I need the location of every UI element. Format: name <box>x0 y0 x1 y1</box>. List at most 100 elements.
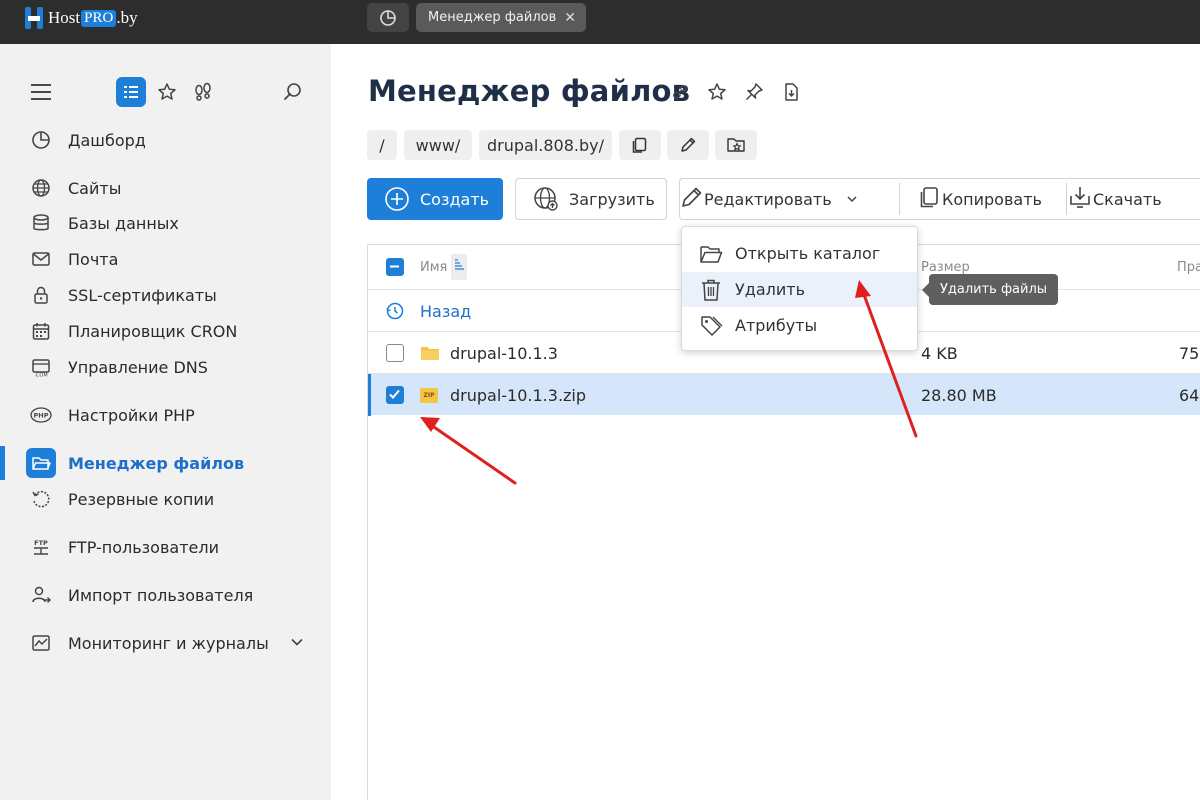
sidebar-toolbar <box>0 77 331 107</box>
hamburger-menu-icon[interactable] <box>31 84 51 100</box>
sidebar-item-cron[interactable]: Планировщик CRON <box>0 314 331 348</box>
upload-label: Загрузить <box>569 189 655 209</box>
file-name[interactable]: drupal-10.1.3 <box>450 332 558 374</box>
ftp-icon: FTP <box>30 536 52 558</box>
edit-label: Редактировать <box>704 189 832 209</box>
sidebar-item-sites[interactable]: Сайты <box>0 171 331 205</box>
sidebar-item-label: Мониторинг и журналы <box>68 633 269 653</box>
pencil-icon <box>680 185 704 213</box>
sidebar-item-databases[interactable]: Базы данных <box>0 206 331 240</box>
php-icon: PHP <box>30 404 52 426</box>
sidebar-item-ssl[interactable]: SSL-сертификаты <box>0 278 331 312</box>
monitoring-icon <box>30 632 52 654</box>
edit-path-button[interactable] <box>667 130 709 160</box>
sidebar-item-mail[interactable]: Почта <box>0 242 331 276</box>
folder-icon <box>420 332 440 374</box>
copy-button[interactable]: Копировать <box>900 179 1066 219</box>
dashboard-shortcut-button[interactable] <box>367 3 409 32</box>
row-checkbox[interactable] <box>386 386 404 404</box>
create-button[interactable]: Создать <box>367 178 503 220</box>
sidebar-item-file-manager[interactable]: Менеджер файлов <box>0 446 331 480</box>
row-checkbox[interactable] <box>386 344 404 362</box>
sort-icon[interactable] <box>451 254 468 280</box>
sidebar-item-label: Менеджер файлов <box>68 453 245 473</box>
zip-file-icon: ZIP <box>420 374 438 416</box>
tab-file-manager[interactable]: Менеджер файлов ✕ <box>416 3 586 32</box>
sidebar-item-ftp[interactable]: FTP FTP-пользователи <box>0 530 331 564</box>
globe-icon <box>30 177 52 199</box>
chevron-down-icon[interactable] <box>290 634 304 653</box>
sidebar-item-php[interactable]: PHP Настройки PHP <box>0 398 331 432</box>
upload-button[interactable]: Загрузить <box>515 178 667 220</box>
lock-icon <box>30 284 52 306</box>
pin-icon[interactable] <box>742 80 766 104</box>
select-all-checkbox[interactable] <box>386 258 404 276</box>
logo-host-text: Host <box>48 8 81 27</box>
menu-item-label: Удалить <box>735 280 805 299</box>
page-title: Менеджер файлов <box>368 74 691 108</box>
close-tab-icon[interactable]: ✕ <box>564 10 576 26</box>
sidebar-item-dashboard[interactable]: Дашборд <box>0 123 331 157</box>
sidebar-item-label: Сайты <box>68 178 122 198</box>
logo[interactable]: Host PRO .by <box>24 4 138 32</box>
file-toolbar: Создать Загрузить Редактировать Копирова… <box>367 178 1200 220</box>
dashboard-icon <box>380 9 396 26</box>
table-row[interactable]: ZIP drupal-10.1.3.zip 28.80 MB 644 <box>368 373 1200 416</box>
sidebar-item-dns[interactable]: .COM Управление DNS <box>0 350 331 384</box>
search-icon[interactable] <box>281 80 305 104</box>
download-doc-icon[interactable] <box>779 80 803 104</box>
breadcrumb-www[interactable]: www/ <box>404 130 472 160</box>
create-label: Создать <box>420 189 490 209</box>
favorite-folder-button[interactable] <box>715 130 757 160</box>
chevron-down-icon <box>846 190 858 209</box>
download-button[interactable]: Скачать <box>1067 179 1200 219</box>
copy-label: Копировать <box>942 189 1042 209</box>
list-view-icon[interactable] <box>116 77 146 107</box>
column-permissions-header[interactable]: Пра <box>1177 245 1200 289</box>
download-label: Скачать <box>1093 189 1162 209</box>
user-import-icon <box>30 584 52 606</box>
file-permissions: 755 <box>1179 343 1200 363</box>
sidebar-item-monitoring[interactable]: Мониторинг и журналы <box>0 626 331 660</box>
pencil-icon <box>681 137 696 152</box>
svg-text:PHP: PHP <box>34 412 49 420</box>
mail-icon <box>30 248 52 270</box>
sidebar: Дашборд Сайты Базы данных Почта SSL-серт… <box>0 44 331 800</box>
link-icon[interactable] <box>668 80 692 104</box>
title-actions <box>668 80 803 104</box>
database-icon <box>30 212 52 234</box>
footprints-icon[interactable] <box>191 80 215 104</box>
back-label: Назад <box>420 301 472 321</box>
globe-upload-icon <box>533 186 559 212</box>
dns-icon: .COM <box>30 356 52 378</box>
menu-item-delete[interactable]: Удалить <box>682 272 917 307</box>
file-name[interactable]: drupal-10.1.3.zip <box>450 374 586 416</box>
sidebar-item-label: SSL-сертификаты <box>68 285 217 305</box>
menu-item-open-folder[interactable]: Открыть каталог <box>682 236 917 271</box>
breadcrumb-root[interactable]: / <box>367 130 397 160</box>
sidebar-item-user-import[interactable]: Импорт пользователя <box>0 578 331 612</box>
breadcrumb-domain[interactable]: drupal.808.by/ <box>479 130 612 160</box>
zip-badge: ZIP <box>420 387 438 403</box>
folder-star-icon <box>727 138 745 152</box>
tab-label: Менеджер файлов <box>428 10 557 25</box>
copy-icon <box>918 185 942 213</box>
sidebar-item-backups[interactable]: Резервные копии <box>0 482 331 516</box>
sidebar-item-label: Управление DNS <box>68 357 208 377</box>
column-name-header[interactable]: Имя <box>420 245 468 289</box>
folder-open-icon <box>699 242 723 266</box>
edit-button[interactable]: Редактировать <box>680 179 899 219</box>
copy-icon <box>632 137 647 153</box>
sidebar-item-label: Планировщик CRON <box>68 321 238 341</box>
sidebar-item-label: Почта <box>68 249 119 269</box>
sidebar-item-label: Настройки PHP <box>68 405 195 425</box>
star-icon[interactable] <box>705 80 729 104</box>
menu-item-label: Открыть каталог <box>735 244 881 263</box>
menu-item-attributes[interactable]: Атрибуты <box>682 308 917 343</box>
back-icon <box>386 290 404 332</box>
star-icon[interactable] <box>155 80 179 104</box>
copy-path-button[interactable] <box>619 130 661 160</box>
sidebar-item-label: Дашборд <box>68 130 146 150</box>
file-permissions: 644 <box>1179 385 1200 405</box>
tags-icon <box>699 314 723 338</box>
